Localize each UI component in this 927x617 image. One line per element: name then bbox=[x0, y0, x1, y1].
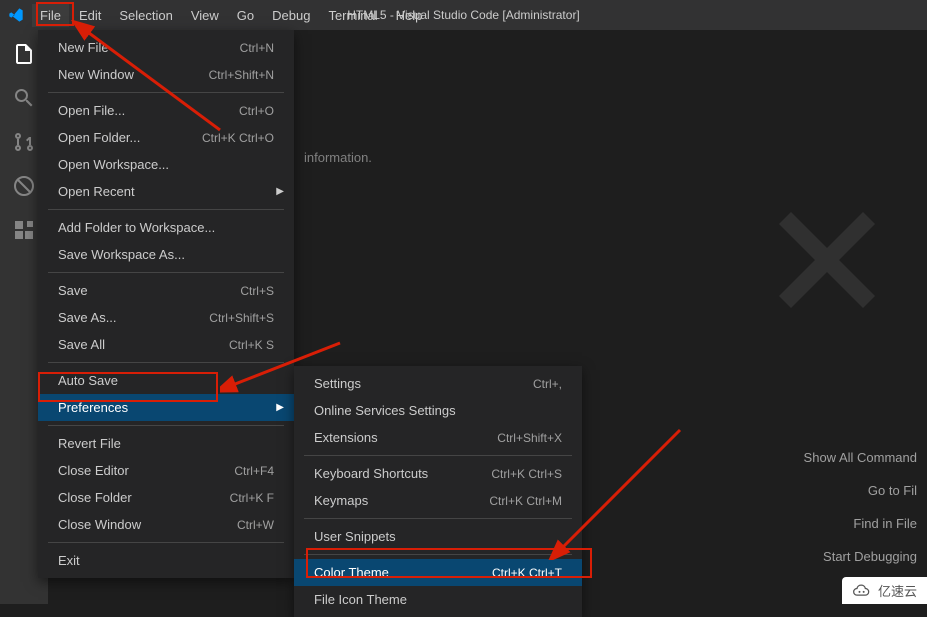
pref-extensions[interactable]: ExtensionsCtrl+Shift+X bbox=[294, 424, 582, 451]
menu-auto-save[interactable]: Auto Save bbox=[38, 367, 294, 394]
watermark-text: 亿速云 bbox=[878, 581, 917, 600]
menu-open-file[interactable]: Open File...Ctrl+O bbox=[38, 97, 294, 124]
menu-separator bbox=[48, 272, 284, 273]
cmd-show-all: Show All Command bbox=[804, 450, 917, 465]
menu-open-workspace[interactable]: Open Workspace... bbox=[38, 151, 294, 178]
chevron-right-icon: ▶ bbox=[276, 402, 284, 413]
menu-separator bbox=[304, 518, 572, 519]
menu-save-as[interactable]: Save As...Ctrl+Shift+S bbox=[38, 304, 294, 331]
search-icon[interactable] bbox=[12, 86, 36, 110]
menu-separator bbox=[304, 554, 572, 555]
menu-separator bbox=[304, 455, 572, 456]
menu-close-window[interactable]: Close WindowCtrl+W bbox=[38, 511, 294, 538]
cmd-go-to-file: Go to Fil bbox=[804, 483, 917, 498]
extensions-icon[interactable] bbox=[12, 218, 36, 242]
pref-settings[interactable]: SettingsCtrl+, bbox=[294, 370, 582, 397]
pref-color-theme[interactable]: Color ThemeCtrl+K Ctrl+T bbox=[294, 559, 582, 586]
menu-close-editor[interactable]: Close EditorCtrl+F4 bbox=[38, 457, 294, 484]
welcome-commands: Show All Command Go to Fil Find in File … bbox=[804, 450, 917, 564]
menu-separator bbox=[48, 92, 284, 93]
pref-file-icon-theme[interactable]: File Icon Theme bbox=[294, 586, 582, 613]
menu-preferences[interactable]: Preferences▶ bbox=[38, 394, 294, 421]
titlebar: File Edit Selection View Go Debug Termin… bbox=[0, 0, 927, 30]
window-title: HTML5 - Visual Studio Code [Administrato… bbox=[347, 8, 580, 22]
pref-online-services[interactable]: Online Services Settings bbox=[294, 397, 582, 424]
menu-separator bbox=[48, 209, 284, 210]
source-control-icon[interactable] bbox=[12, 130, 36, 154]
menu-revert-file[interactable]: Revert File bbox=[38, 430, 294, 457]
file-menu-dropdown: New FileCtrl+N New WindowCtrl+Shift+N Op… bbox=[38, 30, 294, 578]
watermark-x-icon bbox=[767, 200, 887, 320]
menu-separator bbox=[48, 542, 284, 543]
menu-save-workspace-as[interactable]: Save Workspace As... bbox=[38, 241, 294, 268]
menu-open-folder[interactable]: Open Folder...Ctrl+K Ctrl+O bbox=[38, 124, 294, 151]
menu-new-window[interactable]: New WindowCtrl+Shift+N bbox=[38, 61, 294, 88]
pref-keyboard-shortcuts[interactable]: Keyboard ShortcutsCtrl+K Ctrl+S bbox=[294, 460, 582, 487]
vscode-logo-icon bbox=[8, 7, 24, 23]
cmd-start-debugging: Start Debugging bbox=[804, 549, 917, 564]
menu-close-folder[interactable]: Close FolderCtrl+K F bbox=[38, 484, 294, 511]
menu-new-file[interactable]: New FileCtrl+N bbox=[38, 34, 294, 61]
menu-debug[interactable]: Debug bbox=[264, 4, 318, 27]
menu-add-folder[interactable]: Add Folder to Workspace... bbox=[38, 214, 294, 241]
menu-view[interactable]: View bbox=[183, 4, 227, 27]
menu-exit[interactable]: Exit bbox=[38, 547, 294, 574]
info-text: information. bbox=[304, 150, 372, 165]
explorer-icon[interactable] bbox=[12, 42, 36, 66]
chevron-right-icon: ▶ bbox=[276, 186, 284, 197]
menu-file[interactable]: File bbox=[32, 4, 69, 27]
menu-selection[interactable]: Selection bbox=[111, 4, 180, 27]
cloud-icon bbox=[852, 584, 872, 598]
menu-save-all[interactable]: Save AllCtrl+K S bbox=[38, 331, 294, 358]
watermark: 亿速云 bbox=[842, 577, 927, 604]
menu-separator bbox=[48, 362, 284, 363]
menu-separator bbox=[48, 425, 284, 426]
pref-user-snippets[interactable]: User Snippets bbox=[294, 523, 582, 550]
menu-edit[interactable]: Edit bbox=[71, 4, 109, 27]
preferences-submenu: SettingsCtrl+, Online Services Settings … bbox=[294, 366, 582, 617]
menu-open-recent[interactable]: Open Recent▶ bbox=[38, 178, 294, 205]
menu-save[interactable]: SaveCtrl+S bbox=[38, 277, 294, 304]
pref-keymaps[interactable]: KeymapsCtrl+K Ctrl+M bbox=[294, 487, 582, 514]
debug-icon[interactable] bbox=[12, 174, 36, 198]
menu-go[interactable]: Go bbox=[229, 4, 262, 27]
cmd-find-in-file: Find in File bbox=[804, 516, 917, 531]
